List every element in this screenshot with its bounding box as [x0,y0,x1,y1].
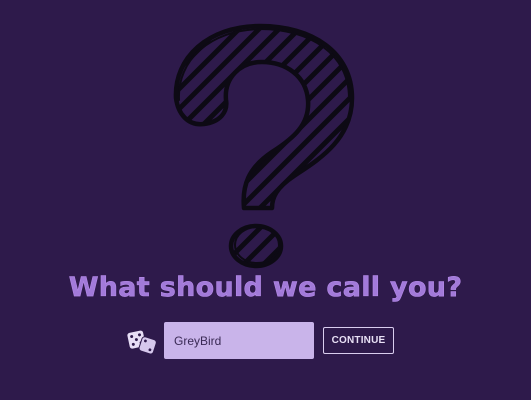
name-input[interactable] [164,322,314,359]
page-title: What should we call you? [68,272,463,304]
dice-icon[interactable] [126,328,158,356]
question-mark-icon [173,23,355,269]
continue-button[interactable]: CONTINUE [323,327,394,354]
